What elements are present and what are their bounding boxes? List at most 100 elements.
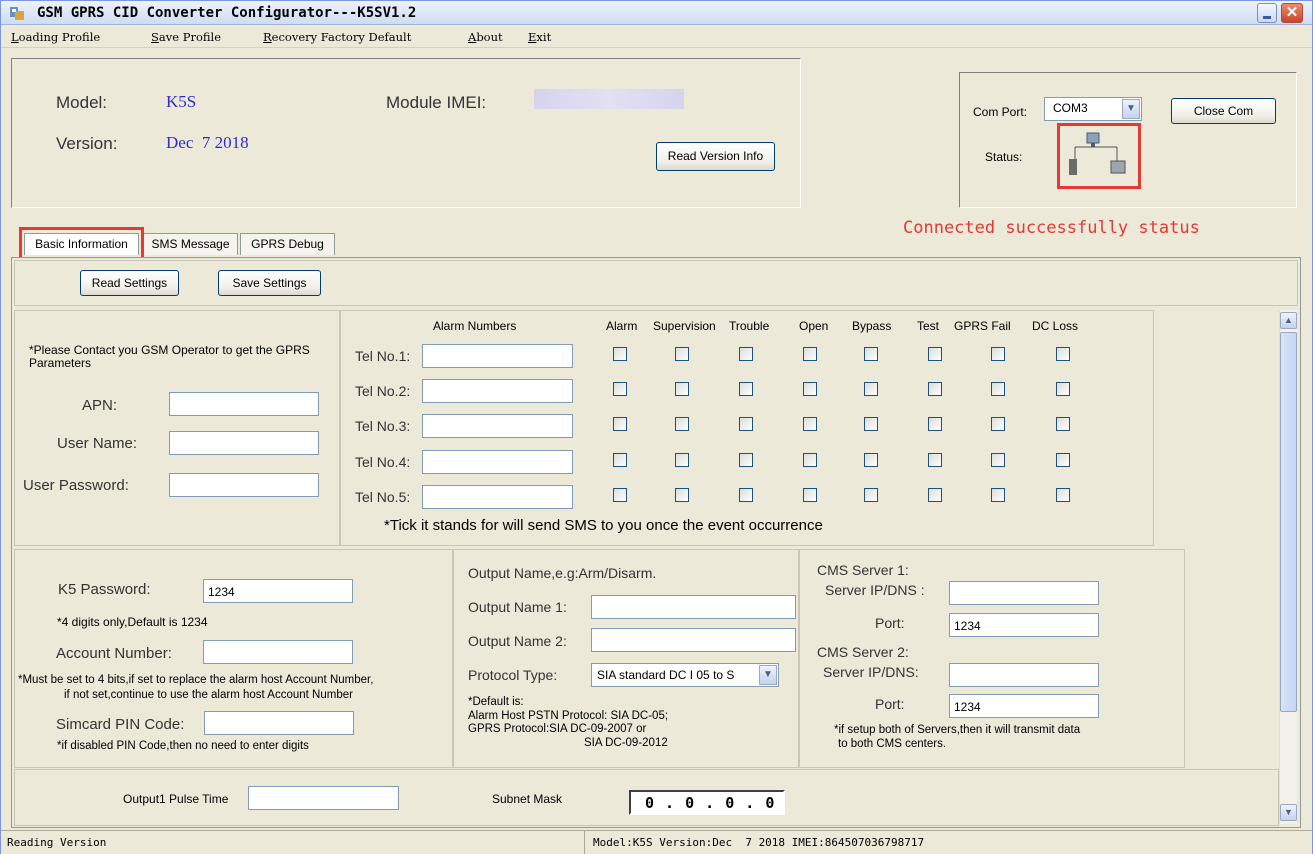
- checkbox-tel4-test[interactable]: [928, 453, 942, 467]
- menu-exit[interactable]: Exit: [528, 30, 551, 44]
- checkbox-tel2-supervision[interactable]: [675, 382, 689, 396]
- checkbox-tel2-bypass[interactable]: [864, 382, 878, 396]
- user-password-input[interactable]: [169, 473, 319, 497]
- checkbox-tel1-trouble[interactable]: [739, 347, 753, 361]
- minimize-button[interactable]: [1257, 3, 1277, 23]
- port-2-label: Port:: [875, 696, 905, 712]
- tel-input-4[interactable]: [422, 450, 573, 474]
- checkbox-tel1-gprs-fail[interactable]: [991, 347, 1005, 361]
- col-alarm: Alarm: [606, 319, 638, 333]
- checkbox-tel3-test[interactable]: [928, 417, 942, 431]
- read-settings-button[interactable]: Read Settings: [80, 270, 179, 296]
- save-settings-button[interactable]: Save Settings: [218, 270, 321, 296]
- subnet-mask-label: Subnet Mask: [492, 792, 563, 806]
- checkbox-tel5-open[interactable]: [803, 488, 817, 502]
- output-header: Output Name,e.g:Arm/Disarm.: [468, 565, 657, 581]
- menu-about[interactable]: About: [468, 30, 503, 44]
- close-window-button[interactable]: ✕: [1281, 3, 1303, 23]
- checkbox-tel5-gprs-fail[interactable]: [991, 488, 1005, 502]
- tel-input-5[interactable]: [422, 485, 573, 509]
- checkbox-tel4-bypass[interactable]: [864, 453, 878, 467]
- tel-input-2[interactable]: [422, 379, 573, 403]
- checkbox-tel4-alarm[interactable]: [613, 453, 627, 467]
- checkbox-tel3-dc-loss[interactable]: [1056, 417, 1070, 431]
- com-port-select[interactable]: COM3 ▼: [1044, 97, 1142, 121]
- scrollbar-thumb[interactable]: [1280, 332, 1297, 712]
- checkbox-tel2-dc-loss[interactable]: [1056, 382, 1070, 396]
- protocol-type-value: SIA standard DC I 05 to S: [597, 668, 735, 682]
- version-label: Version:: [56, 134, 118, 153]
- checkbox-tel1-test[interactable]: [928, 347, 942, 361]
- checkbox-tel3-bypass[interactable]: [864, 417, 878, 431]
- server-ip-2-input[interactable]: [949, 663, 1099, 687]
- port-2-input[interactable]: 1234: [949, 694, 1099, 718]
- checkbox-tel5-trouble[interactable]: [739, 488, 753, 502]
- checkbox-tel5-supervision[interactable]: [675, 488, 689, 502]
- checkbox-tel1-supervision[interactable]: [675, 347, 689, 361]
- checkbox-tel5-alarm[interactable]: [613, 488, 627, 502]
- title-bar[interactable]: GSM GPRS CID Converter Configurator---K5…: [1, 1, 1312, 25]
- user-password-label: User Password:: [23, 477, 129, 494]
- tel-label-2: Tel No.2:: [355, 383, 411, 399]
- scroll-down-icon[interactable]: ▼: [1280, 804, 1297, 821]
- simcard-pin-input[interactable]: [204, 711, 354, 735]
- checkbox-tel3-supervision[interactable]: [675, 417, 689, 431]
- connected-annotation: Connected successfully status: [903, 218, 1200, 238]
- subnet-mask-input[interactable]: 0 . 0 . 0 . 0: [629, 790, 785, 815]
- checkbox-tel1-open[interactable]: [803, 347, 817, 361]
- scroll-up-icon[interactable]: ▲: [1280, 312, 1297, 329]
- account-number-input[interactable]: [203, 640, 353, 664]
- checkbox-tel3-open[interactable]: [803, 417, 817, 431]
- checkbox-tel1-dc-loss[interactable]: [1056, 347, 1070, 361]
- checkbox-tel2-trouble[interactable]: [739, 382, 753, 396]
- user-name-label: User Name:: [57, 435, 138, 452]
- checkbox-tel3-alarm[interactable]: [613, 417, 627, 431]
- checkbox-tel2-test[interactable]: [928, 382, 942, 396]
- tel-input-3[interactable]: [422, 414, 573, 438]
- chevron-down-icon[interactable]: ▼: [759, 665, 777, 685]
- output-name-1-input[interactable]: [591, 595, 796, 619]
- checkbox-tel1-alarm[interactable]: [613, 347, 627, 361]
- apn-input[interactable]: [169, 392, 319, 416]
- col-dc-loss: DC Loss: [1032, 319, 1079, 333]
- close-com-button[interactable]: Close Com: [1171, 98, 1276, 124]
- k5-password-input[interactable]: 1234: [203, 579, 353, 603]
- read-version-info-button[interactable]: Read Version Info: [656, 142, 775, 171]
- output-name-1-label: Output Name 1:: [468, 599, 567, 615]
- checkbox-tel4-open[interactable]: [803, 453, 817, 467]
- user-name-input[interactable]: [169, 431, 319, 455]
- menu-recovery-factory-default[interactable]: Recovery Factory Default: [263, 30, 411, 44]
- status-label: Status:: [985, 150, 1023, 164]
- app-window: GSM GPRS CID Converter Configurator---K5…: [0, 0, 1313, 854]
- tab-gprs-debug[interactable]: GPRS Debug: [240, 233, 335, 255]
- checkbox-tel2-gprs-fail[interactable]: [991, 382, 1005, 396]
- port-1-input[interactable]: 1234: [949, 613, 1099, 637]
- checkbox-tel2-alarm[interactable]: [613, 382, 627, 396]
- alarm-note: *Tick it stands for will send SMS to you…: [384, 517, 823, 534]
- checkbox-tel5-test[interactable]: [928, 488, 942, 502]
- checkbox-tel4-dc-loss[interactable]: [1056, 453, 1070, 467]
- cms-server-2-label: CMS Server 2:: [817, 644, 909, 660]
- checkbox-tel5-bypass[interactable]: [864, 488, 878, 502]
- menu-save-profile[interactable]: Save Profile: [151, 30, 221, 44]
- output1-pulse-time-input[interactable]: [248, 786, 399, 810]
- checkbox-tel4-trouble[interactable]: [739, 453, 753, 467]
- checkbox-tel1-bypass[interactable]: [864, 347, 878, 361]
- checkbox-tel4-supervision[interactable]: [675, 453, 689, 467]
- checkbox-tel3-trouble[interactable]: [739, 417, 753, 431]
- protocol-type-select[interactable]: SIA standard DC I 05 to S ▼: [591, 663, 779, 687]
- checkbox-tel2-open[interactable]: [803, 382, 817, 396]
- checkbox-tel4-gprs-fail[interactable]: [991, 453, 1005, 467]
- tab-sms-message[interactable]: SMS Message: [143, 233, 238, 255]
- tel-input-1[interactable]: [422, 344, 573, 368]
- com-port-value: COM3: [1053, 101, 1088, 115]
- output-name-2-input[interactable]: [591, 628, 796, 652]
- server-ip-1-input[interactable]: [949, 581, 1099, 605]
- checkbox-tel3-gprs-fail[interactable]: [991, 417, 1005, 431]
- chevron-down-icon[interactable]: ▼: [1122, 99, 1140, 119]
- menu-loading-profile[interactable]: Loading Profile: [11, 30, 100, 44]
- imei-value-blurred: [534, 89, 684, 109]
- checkbox-tel5-dc-loss[interactable]: [1056, 488, 1070, 502]
- vertical-scrollbar[interactable]: ▲ ▼: [1279, 310, 1297, 824]
- window-title: GSM GPRS CID Converter Configurator---K5…: [37, 5, 417, 21]
